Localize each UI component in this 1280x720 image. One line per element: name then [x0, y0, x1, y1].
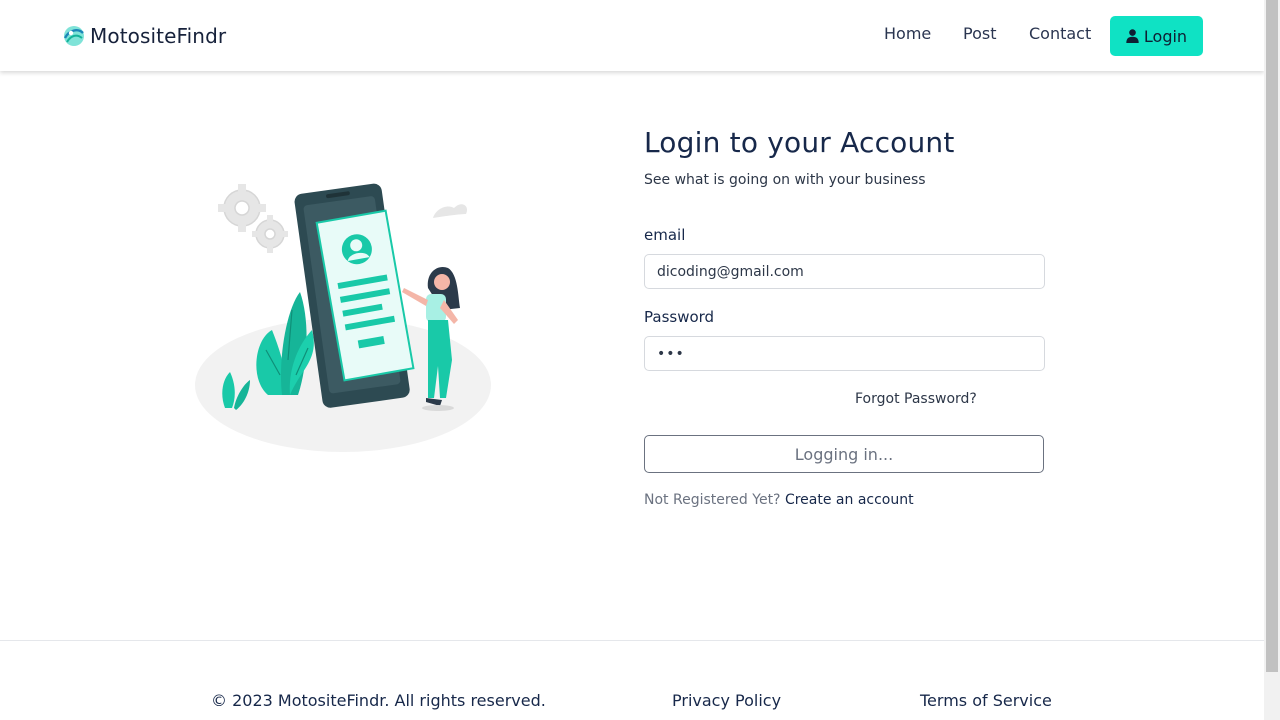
email-label: email — [644, 226, 686, 244]
page-scrollbar[interactable] — [1264, 0, 1280, 720]
terms-of-service-link[interactable]: Terms of Service — [920, 691, 1052, 710]
email-field[interactable] — [644, 254, 1045, 289]
login-title: Login to your Account — [644, 126, 955, 159]
register-line: Not Registered Yet? Create an account — [644, 492, 914, 508]
brand-name: MotositeFindr — [90, 24, 227, 48]
nav-home-link[interactable]: Home — [884, 24, 931, 43]
password-label: Password — [644, 308, 715, 326]
nav-login-button[interactable]: Login — [1110, 16, 1203, 56]
footer-divider — [0, 640, 1264, 641]
scrollbar-thumb[interactable] — [1266, 0, 1278, 672]
password-field[interactable] — [644, 336, 1045, 371]
footer-copyright: © 2023 MotositeFindr. All rights reserve… — [211, 691, 546, 710]
forgot-password-link[interactable]: Forgot Password? — [855, 391, 977, 407]
user-icon — [1126, 29, 1139, 43]
login-subtitle: See what is going on with your business — [644, 172, 926, 188]
nav-post-link[interactable]: Post — [963, 24, 996, 43]
register-prompt: Not Registered Yet? — [644, 492, 781, 508]
login-illustration — [195, 183, 491, 452]
gear-icon — [223, 189, 285, 249]
login-submit-button[interactable]: Logging in... — [644, 435, 1044, 473]
brand-logo-icon — [63, 26, 84, 46]
create-account-link[interactable]: Create an account — [785, 492, 914, 508]
brand[interactable]: MotositeFindr — [62, 22, 226, 50]
nav-login-label: Login — [1143, 26, 1188, 46]
navbar: MotositeFindr Home Post Contact Login — [0, 0, 1264, 71]
nav-contact-link[interactable]: Contact — [1029, 24, 1091, 43]
privacy-policy-link[interactable]: Privacy Policy — [672, 691, 781, 710]
